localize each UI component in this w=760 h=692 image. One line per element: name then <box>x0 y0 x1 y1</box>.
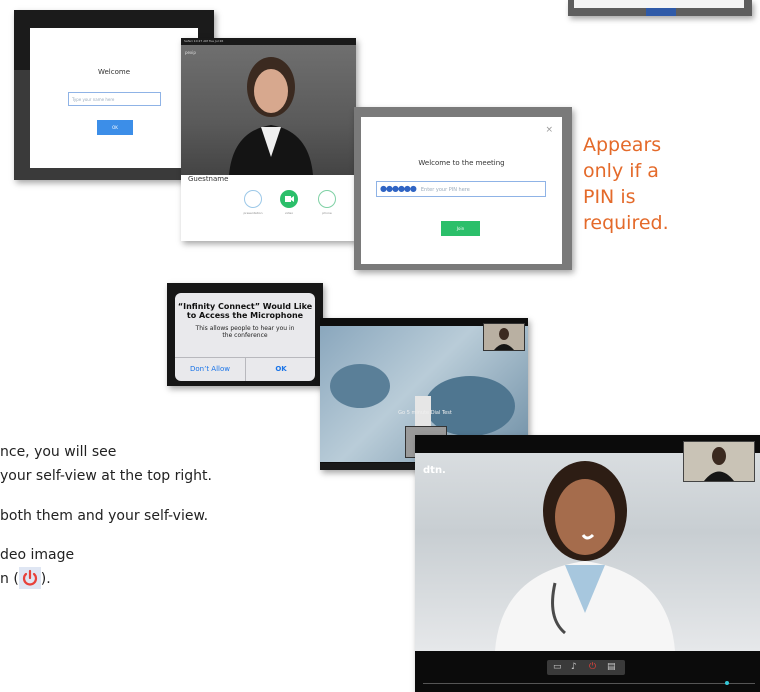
alert-message-line: This allows people to hear you in <box>195 325 295 332</box>
remote-pip-video[interactable] <box>483 323 525 351</box>
pin-screenshot: × Welcome to the meeting ●●●●●● Enter you… <box>354 107 572 270</box>
mic-icon[interactable]: ♪ <box>571 662 577 672</box>
video-label: video <box>284 211 294 215</box>
call-control-bar: ▭ ♪ ⏻ ▤ <box>547 660 625 675</box>
pin-input[interactable]: ●●●●●● Enter your PIN here <box>376 181 546 197</box>
share-icon[interactable]: ▤ <box>607 662 616 672</box>
conference-caption: Go 5 minute Dial Test <box>398 410 452 416</box>
pin-note-line: PIN is <box>583 186 636 208</box>
pip-figure <box>494 328 514 350</box>
allow-ok-button[interactable]: OK <box>246 358 315 381</box>
partial-dialog-ok-button[interactable] <box>646 8 676 16</box>
presentation-label: presentation <box>243 211 263 215</box>
phone-label: phone <box>322 211 332 215</box>
partial-dialog-body <box>574 0 744 8</box>
pin-note: Appears only if a PIN is required. <box>583 132 703 236</box>
instruction-line: n (). <box>0 567 51 589</box>
self-view-pip[interactable] <box>683 441 755 482</box>
welcome-ok-button[interactable]: OK <box>97 120 133 135</box>
instruction-line: deo image <box>0 547 75 563</box>
instruction-text: n ( <box>0 571 19 587</box>
alert-title-line: to Access the Microphone <box>186 311 304 320</box>
presenter-figure <box>229 57 313 175</box>
timeline-track[interactable] <box>423 683 755 684</box>
dont-allow-button[interactable]: Don’t Allow <box>175 358 245 381</box>
timeline-position-marker[interactable] <box>725 681 729 685</box>
pin-dialog: × Welcome to the meeting ●●●●●● Enter you… <box>361 117 562 264</box>
partial-dialog-top-right <box>568 0 752 16</box>
pin-note-line: Appears <box>583 134 662 156</box>
pin-note-line: required. <box>583 212 669 234</box>
guest-name: Guestname <box>188 175 229 183</box>
video-call-button[interactable] <box>280 190 298 208</box>
instruction-line: both them and your self-view. <box>0 508 209 524</box>
presentation-button[interactable] <box>244 190 262 208</box>
pin-dots: ●●●●●● <box>380 184 417 193</box>
mic-permission-screenshot: “Infinity Connect” Would Like to Access … <box>167 283 323 386</box>
video-toggle-icon[interactable]: ▭ <box>553 662 562 672</box>
alert-title-line: “Infinity Connect” Would Like <box>177 302 313 311</box>
status-bar: Safari 10:27 AM Tue Jul 26 <box>181 38 356 45</box>
phone-button[interactable] <box>318 190 336 208</box>
conference-screenshot-large: dtn. ▭ ♪ ⏻ ▤ <box>415 435 760 692</box>
close-icon[interactable]: × <box>545 125 553 135</box>
mic-permission-alert: “Infinity Connect” Would Like to Access … <box>175 293 315 381</box>
pin-dialog-title: Welcome to the meeting <box>418 159 505 167</box>
pin-placeholder: Enter your PIN here <box>420 187 470 193</box>
power-icon <box>18 567 41 589</box>
instruction-line: your self-view at the top right. <box>0 468 212 484</box>
welcome-title: Welcome <box>97 68 131 76</box>
instruction-text: ). <box>40 571 51 587</box>
presenter-video: pexip <box>181 45 356 175</box>
alert-title: “Infinity Connect” Would Like to Access … <box>175 302 315 320</box>
pin-note-line: only if a <box>583 160 659 182</box>
camera-icon <box>285 196 294 202</box>
alert-message: This allows people to hear you in the co… <box>175 325 315 339</box>
alert-message-line: the conference <box>222 332 268 339</box>
join-button[interactable]: Join <box>441 221 480 236</box>
instruction-line: nce, you will see <box>0 444 117 460</box>
hangup-power-icon[interactable]: ⏻ <box>589 662 596 672</box>
welcome-dialog: Welcome Type your name here OK <box>30 28 198 168</box>
self-view-figure <box>704 447 734 481</box>
call-screenshot: Safari 10:27 AM Tue Jul 26 pexip Guestna… <box>181 38 356 241</box>
name-input[interactable]: Type your name here <box>68 92 161 106</box>
